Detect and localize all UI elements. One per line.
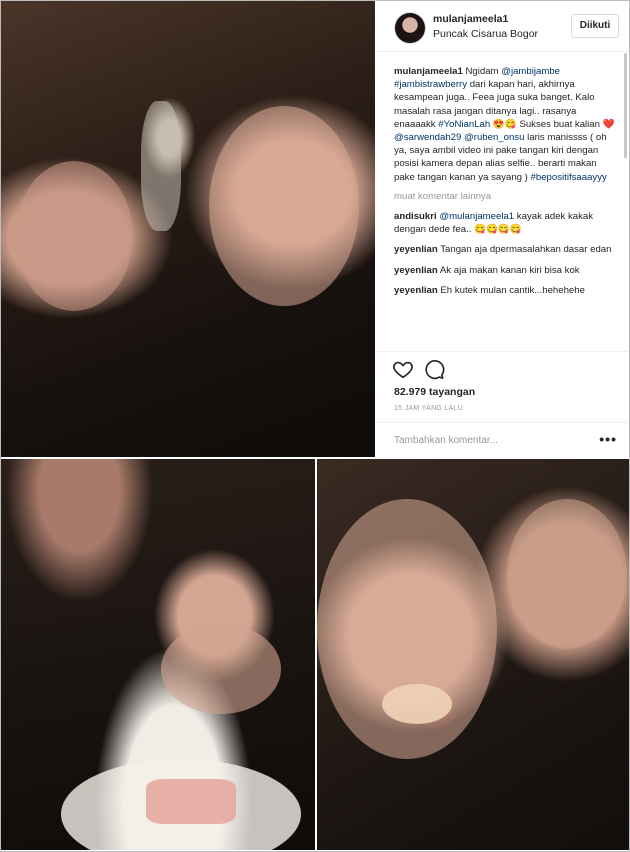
comment-text: Ak aja makan kanan kiri bisa kok <box>439 264 580 276</box>
photo-feeding-left <box>1 459 315 850</box>
comment-item: yeyenlian Tangan aja dpermasalahkan dasa… <box>394 243 618 256</box>
post-header: mulanjameela1 Puncak Cisarua Bogor Diiku… <box>377 1 629 52</box>
post-username[interactable]: mulanjameela1 <box>433 13 508 25</box>
hashtag-link[interactable]: #YoNianLah <box>438 119 490 130</box>
comment-item: yeyenlian Eh kutek mulan cantik...hehehe… <box>394 284 618 297</box>
comments-list: mulanjameela1 Ngidam @jambijambe #jambis… <box>394 65 618 351</box>
post-actions: 82.979 tayangan 15 JAM YANG LALU Tambahk… <box>377 351 629 458</box>
comment-user[interactable]: andisukri <box>394 211 437 222</box>
post-sidebar: mulanjameela1 Puncak Cisarua Bogor Diiku… <box>377 1 629 457</box>
photo-selfie-main <box>1 1 375 457</box>
caption: mulanjameela1 Ngidam @jambijambe #jambis… <box>394 65 618 184</box>
post-location[interactable]: Puncak Cisarua Bogor <box>433 28 538 40</box>
scrollbar[interactable] <box>624 53 627 158</box>
more-options-icon[interactable]: ••• <box>599 431 617 447</box>
load-more-comments[interactable]: muat komentar lainnya <box>394 190 618 203</box>
figure-woman-face <box>209 106 359 306</box>
follow-button[interactable]: Diikuti <box>571 14 619 38</box>
figure-statue <box>141 101 181 231</box>
figure-cake <box>146 779 236 824</box>
comment-text: Eh kutek mulan cantik...hehehehe <box>440 284 585 296</box>
figure-hand <box>161 624 281 714</box>
photo-feeding-right <box>317 459 629 850</box>
caption-author[interactable]: mulanjameela1 <box>394 66 463 77</box>
hashtag-link[interactable]: #jambistrawberry <box>394 79 467 90</box>
caption-text: Ngidam <box>465 66 502 77</box>
figure-child-face <box>15 161 133 311</box>
figure-cake-bite <box>382 684 452 724</box>
add-comment-bar: Tambahkan komentar... ••• <box>377 422 629 459</box>
add-comment-input[interactable]: Tambahkan komentar... <box>394 435 498 446</box>
comment-bubble-icon[interactable] <box>423 358 445 380</box>
caption-text: 😍😋 Sukses buat kalian ❤️ <box>490 118 615 130</box>
comment-item: yeyenlian Ak aja makan kanan kiri bisa k… <box>394 264 618 277</box>
mention-link[interactable]: @sarwendah29 <box>394 132 461 143</box>
post-timestamp[interactable]: 15 JAM YANG LALU <box>394 405 463 412</box>
avatar[interactable] <box>394 12 426 44</box>
comment-user[interactable]: yeyenlian <box>394 265 438 276</box>
mention-link[interactable]: @jambijambe <box>501 66 560 77</box>
comment-text: Tangan aja dpermasalahkan dasar edan <box>440 244 612 256</box>
hashtag-link[interactable]: #bepositifsaaayyy <box>531 172 607 183</box>
figure-woman-face <box>507 499 627 649</box>
heart-icon[interactable] <box>392 358 414 380</box>
comment-user[interactable]: yeyenlian <box>394 285 438 296</box>
comment-user[interactable]: yeyenlian <box>394 244 438 255</box>
mention-link[interactable]: @ruben_onsu <box>464 132 524 143</box>
comment-item: andisukri @mulanjameela1 kayak adek kaka… <box>394 210 618 236</box>
mention-link[interactable]: @mulanjameela1 <box>439 211 514 222</box>
view-count: 82.979 tayangan <box>394 386 476 398</box>
